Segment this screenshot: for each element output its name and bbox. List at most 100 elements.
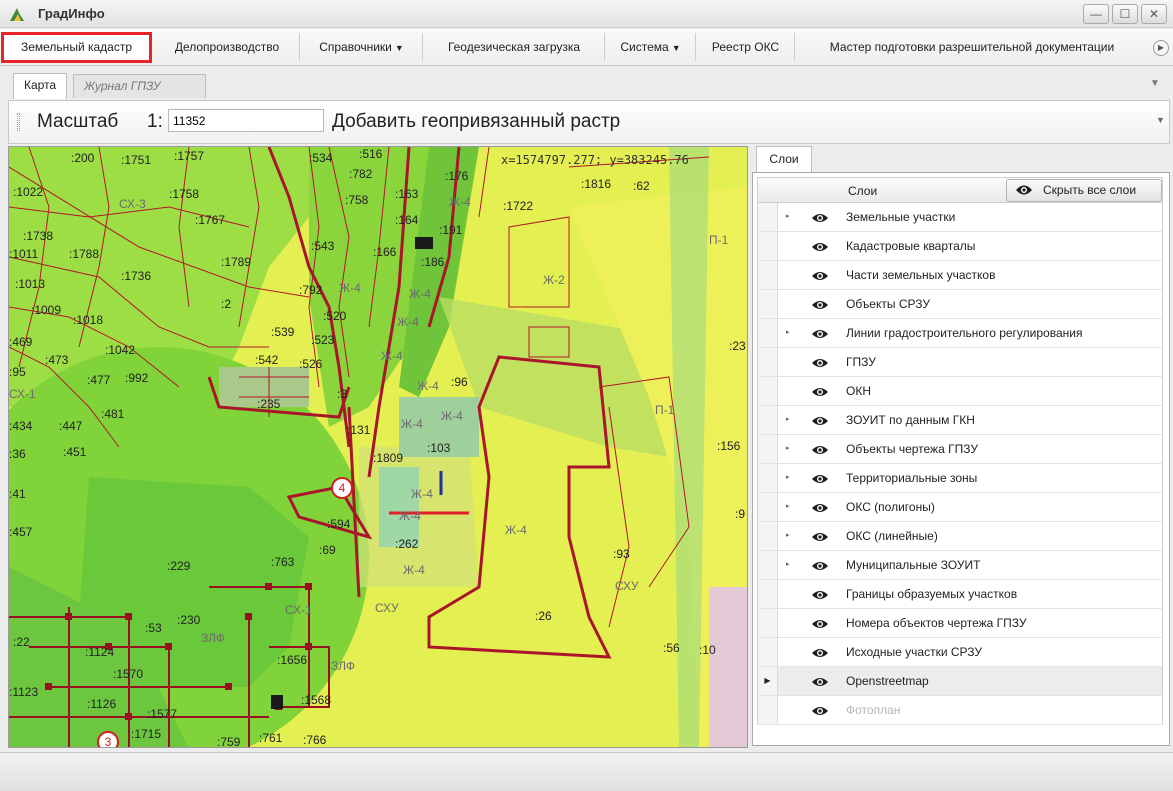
eye-icon[interactable] — [811, 328, 829, 340]
expand-icon[interactable]: ▸ — [786, 328, 790, 336]
row-selector[interactable] — [758, 319, 778, 347]
expand-icon[interactable]: ▸ — [786, 415, 790, 423]
layer-row[interactable]: ▸ ОКС (полигоны) — [757, 493, 1163, 522]
minimize-button[interactable]: — — [1083, 4, 1109, 24]
layer-row[interactable]: Номера объектов чертежа ГПЗУ — [757, 609, 1163, 638]
row-selector[interactable] — [758, 261, 778, 289]
expand-icon[interactable]: ▸ — [786, 531, 790, 539]
layer-row[interactable]: ▸ Муниципальные ЗОУИТ — [757, 551, 1163, 580]
map-canvas[interactable] — [9, 147, 748, 748]
menu-scroll-right-icon[interactable]: ▶ — [1153, 40, 1169, 56]
eye-icon[interactable] — [811, 676, 829, 688]
layer-name: ОКС (полигоны) — [846, 500, 935, 514]
layer-row[interactable]: ▸ Земельные участки — [757, 203, 1163, 232]
tab-zhurnal-gpzu[interactable]: Журнал ГПЗУ — [73, 74, 206, 98]
menu-zemelny-kadastr[interactable]: Земельный кадастр — [1, 32, 152, 63]
layer-row[interactable]: ГПЗУ — [757, 348, 1163, 377]
layer-row[interactable]: Исходные участки СРЗУ — [757, 638, 1163, 667]
expand-icon[interactable]: ▸ — [786, 212, 790, 220]
layer-row[interactable]: ▶ Openstreetmap — [757, 667, 1163, 696]
parcel-number-label: :10 — [699, 643, 716, 657]
menu-deloproizvodstvo[interactable]: Делопроизводство — [155, 33, 300, 61]
layer-row[interactable]: Части земельных участков — [757, 261, 1163, 290]
expand-icon[interactable]: ▸ — [786, 502, 790, 510]
eye-icon[interactable] — [811, 560, 829, 572]
maximize-button[interactable]: ☐ — [1112, 4, 1138, 24]
row-selector[interactable] — [758, 203, 778, 231]
eye-icon[interactable] — [811, 444, 829, 456]
map-marker[interactable]: 3 — [97, 731, 119, 747]
layer-row[interactable]: Границы образуемых участков — [757, 580, 1163, 609]
layer-row[interactable]: ▸ ОКС (линейные) — [757, 522, 1163, 551]
layer-row[interactable]: Фотоплан — [757, 696, 1163, 725]
eye-icon[interactable] — [811, 212, 829, 224]
eye-icon[interactable] — [811, 589, 829, 601]
eye-icon[interactable] — [811, 531, 829, 543]
pipeline-node — [265, 583, 272, 590]
eye-icon[interactable] — [811, 270, 829, 282]
eye-icon[interactable] — [811, 357, 829, 369]
toolbar-grip-icon[interactable] — [17, 113, 20, 131]
layer-row[interactable]: ▸ Объекты чертежа ГПЗУ — [757, 435, 1163, 464]
eye-icon[interactable] — [811, 241, 829, 253]
menu-spravochniki[interactable]: Справочники ▼ — [301, 33, 423, 61]
row-selector[interactable] — [758, 580, 778, 608]
row-selector[interactable] — [758, 435, 778, 463]
row-selector[interactable] — [758, 522, 778, 550]
layer-row[interactable]: Кадастровые кварталы — [757, 232, 1163, 261]
parcel-number-label: :1767 — [195, 213, 226, 227]
eye-icon[interactable] — [811, 647, 829, 659]
parcel-number-label: :447 — [59, 419, 83, 433]
row-selector[interactable] — [758, 464, 778, 492]
tab-karta[interactable]: Карта — [13, 73, 68, 99]
menu-master-razresh-doc[interactable]: Мастер подготовки разрешительной докумен… — [796, 33, 1148, 61]
menu-geodezicheskaya-zagruzka[interactable]: Геодезическая загрузка — [424, 33, 605, 61]
add-georeferenced-raster-button[interactable]: Добавить геопривязанный растр — [332, 111, 620, 133]
eye-icon[interactable] — [811, 502, 829, 514]
eye-icon[interactable] — [811, 415, 829, 427]
parcel-number-label: :1577 — [147, 707, 178, 721]
row-selector[interactable] — [758, 493, 778, 521]
row-selector[interactable] — [758, 406, 778, 434]
map-view[interactable]: x=1574797.277; y=383245.76 :200:1751:175… — [8, 146, 748, 748]
menu-reestr-oks[interactable]: Реестр ОКС — [697, 33, 795, 61]
map-marker[interactable]: 4 — [331, 477, 353, 499]
row-selector[interactable] — [758, 638, 778, 666]
row-selector[interactable] — [758, 551, 778, 579]
tab-layers[interactable]: Слои — [756, 146, 812, 173]
row-selector[interactable]: ▶ — [758, 667, 778, 695]
row-selector[interactable] — [758, 609, 778, 637]
eye-icon[interactable] — [811, 473, 829, 485]
parcel-number-label: :9 — [735, 507, 746, 521]
expand-icon[interactable]: ▸ — [786, 560, 790, 568]
layer-row[interactable]: ▸ Территориальные зоны — [757, 464, 1163, 493]
parcel-number-label: :69 — [319, 543, 336, 557]
row-selector[interactable] — [758, 232, 778, 260]
row-selector[interactable] — [758, 348, 778, 376]
zone-code-label: Ж-4 — [411, 487, 433, 501]
toolbar-overflow-icon[interactable]: ▼ — [1156, 115, 1165, 125]
close-button[interactable]: ✕ — [1141, 4, 1167, 24]
expand-icon[interactable]: ▸ — [786, 473, 790, 481]
layer-row[interactable]: ОКН — [757, 377, 1163, 406]
layer-row[interactable]: ▸ ЗОУИТ по данным ГКН — [757, 406, 1163, 435]
status-bar — [0, 752, 1173, 791]
expand-icon[interactable]: ▸ — [786, 444, 790, 452]
column-header-layers[interactable]: Слои — [848, 184, 877, 198]
layer-row[interactable]: ▸ Линии градостроительного регулирования — [757, 319, 1163, 348]
eye-icon[interactable] — [811, 386, 829, 398]
eye-icon[interactable] — [811, 705, 829, 717]
parcel-number-label: :1809 — [373, 451, 404, 465]
parcel-number-label: :520 — [323, 309, 347, 323]
tabs-dropdown-icon[interactable]: ▼ — [1150, 78, 1160, 89]
parcel-number-label: :1788 — [69, 247, 100, 261]
menu-sistema[interactable]: Система ▼ — [606, 33, 696, 61]
eye-icon[interactable] — [811, 618, 829, 630]
eye-icon[interactable] — [811, 299, 829, 311]
layer-row[interactable]: Объекты СРЗУ — [757, 290, 1163, 319]
hide-all-layers-button[interactable]: Скрыть все слои — [1006, 179, 1162, 202]
scale-input[interactable] — [168, 109, 324, 132]
row-selector[interactable] — [758, 377, 778, 405]
row-selector[interactable] — [758, 696, 778, 724]
row-selector[interactable] — [758, 290, 778, 318]
